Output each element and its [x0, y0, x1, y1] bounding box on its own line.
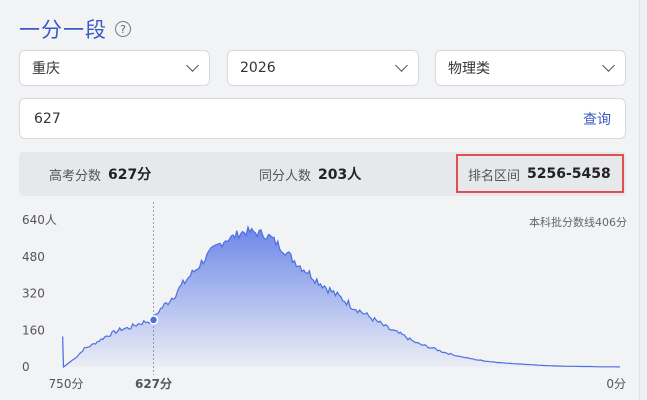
- y-tick-label: 640人: [22, 213, 57, 227]
- score-distribution-chart: 640人 480 320 160 0 750分 627分 0分 本科批分数线406分: [22, 200, 627, 391]
- score-query-box: 627 查询: [19, 98, 626, 139]
- score-rank-card: 一分一段 ? 重庆 2026 物理类 627 查询 高考分数 627分 同分人数…: [0, 0, 640, 400]
- y-tick-label: 160: [22, 323, 45, 337]
- page-title: 一分一段: [19, 18, 107, 42]
- subject-select[interactable]: 物理类: [435, 50, 626, 86]
- year-select[interactable]: 2026: [227, 50, 419, 86]
- question-circle-icon[interactable]: ?: [115, 21, 131, 37]
- score-marker-dot: [148, 315, 159, 325]
- title-row: 一分一段 ?: [19, 14, 131, 44]
- chevron-down-icon: [602, 59, 615, 72]
- stat-same-score: 同分人数 203人: [259, 152, 361, 196]
- region-select[interactable]: 重庆: [19, 50, 210, 86]
- region-select-value: 重庆: [32, 61, 60, 77]
- x-tick-label: 750分: [49, 377, 84, 391]
- x-label-current-score: 627分: [135, 376, 172, 391]
- stat-score-label: 高考分数: [49, 168, 102, 184]
- query-button[interactable]: 查询: [583, 109, 611, 129]
- x-tick-label: 0分: [606, 377, 626, 391]
- stat-same-score-label: 同分人数: [259, 168, 312, 184]
- chevron-down-icon: [395, 59, 408, 72]
- chart-annotation: 本科批分数线406分: [529, 215, 627, 229]
- rank-range-highlight: [456, 154, 624, 193]
- y-tick-label: 320: [22, 287, 45, 301]
- stat-same-score-value: 203人: [318, 167, 362, 183]
- year-select-value: 2026: [240, 60, 276, 76]
- score-input[interactable]: 627: [34, 111, 583, 127]
- y-tick-label: 0: [22, 360, 30, 374]
- stat-score: 高考分数 627分: [49, 152, 151, 196]
- chevron-down-icon: [186, 59, 199, 72]
- subject-select-value: 物理类: [448, 61, 490, 77]
- stat-score-value: 627分: [108, 167, 152, 183]
- y-tick-label: 480: [22, 250, 45, 264]
